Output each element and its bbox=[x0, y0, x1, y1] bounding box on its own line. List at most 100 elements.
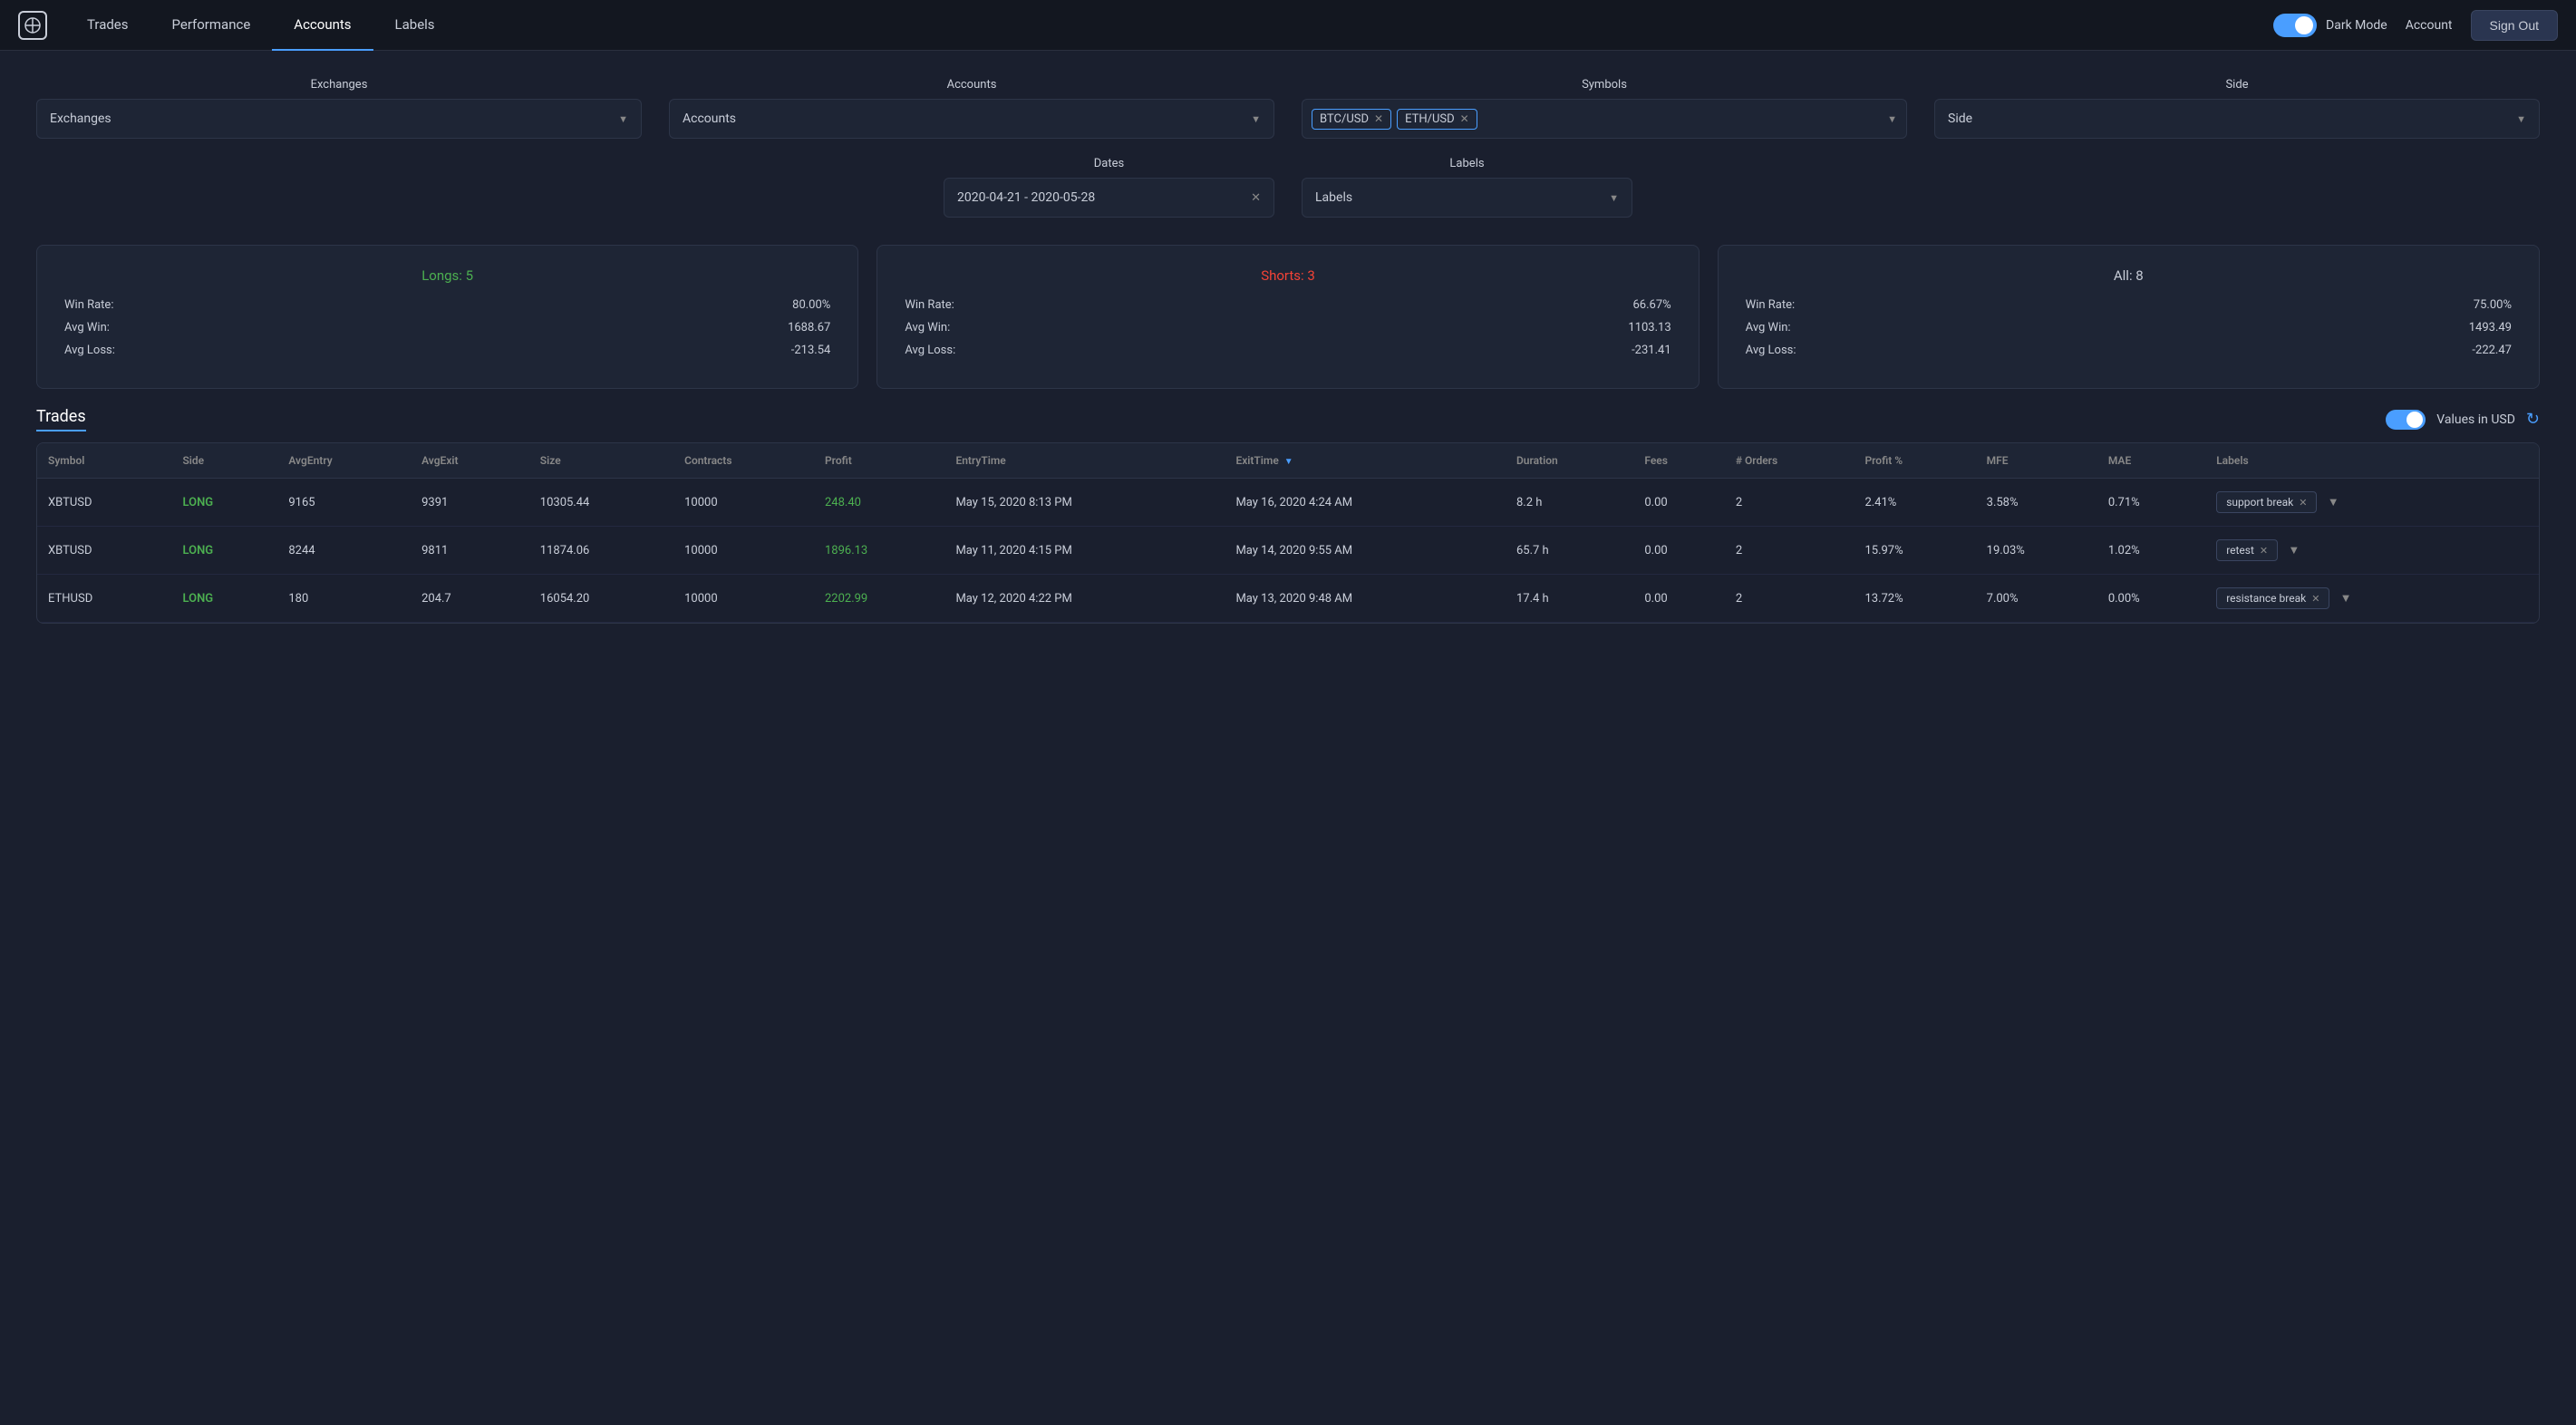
shorts-title: Shorts: 3 bbox=[905, 267, 1671, 284]
label-remove-icon-0[interactable]: ✕ bbox=[2299, 497, 2307, 509]
all-avg-win-value: 1493.49 bbox=[2469, 321, 2512, 334]
row-expand-btn-2[interactable]: ▼ bbox=[2333, 587, 2359, 608]
cell-contracts-2: 10000 bbox=[673, 575, 814, 623]
label-text-2: resistance break bbox=[2226, 592, 2306, 605]
nav-performance[interactable]: Performance bbox=[150, 0, 273, 51]
cell-mfe-2: 7.00% bbox=[1976, 575, 2097, 623]
col-profit-pct[interactable]: Profit % bbox=[1854, 443, 1975, 479]
longs-avg-win-value: 1688.67 bbox=[788, 321, 830, 334]
cell-entrytime-1: May 11, 2020 4:15 PM bbox=[944, 527, 1225, 575]
label-tag-0: support break ✕ bbox=[2216, 491, 2317, 513]
cell-symbol-1: XBTUSD bbox=[37, 527, 171, 575]
label-text-0: support break bbox=[2226, 496, 2293, 509]
cell-profit-1: 1896.13 bbox=[814, 527, 944, 575]
btcusd-tag-remove[interactable]: ✕ bbox=[1374, 112, 1383, 125]
trades-title: Trades bbox=[36, 407, 86, 431]
cell-orders-0: 2 bbox=[1725, 479, 1855, 527]
all-win-rate-label: Win Rate: bbox=[1746, 298, 1795, 312]
ethusd-tag-remove[interactable]: ✕ bbox=[1460, 112, 1469, 125]
cell-entrytime-2: May 12, 2020 4:22 PM bbox=[944, 575, 1225, 623]
nav-trades[interactable]: Trades bbox=[65, 0, 150, 51]
longs-avg-win-label: Avg Win: bbox=[64, 321, 110, 334]
all-stat-card: All: 8 Win Rate: 75.00% Avg Win: 1493.49… bbox=[1718, 245, 2540, 389]
dates-input[interactable]: 2020-04-21 - 2020-05-28 ✕ bbox=[944, 178, 1274, 218]
label-text-1: retest bbox=[2226, 544, 2254, 557]
cell-size-2: 16054.20 bbox=[529, 575, 673, 623]
shorts-avg-loss-label: Avg Loss: bbox=[905, 344, 955, 357]
table-header-row: Symbol Side AvgEntry AvgExit Size Contra… bbox=[37, 443, 2539, 479]
all-avg-loss-label: Avg Loss: bbox=[1746, 344, 1796, 357]
shorts-win-rate-value: 66.67% bbox=[1632, 298, 1671, 312]
col-mae[interactable]: MAE bbox=[2097, 443, 2205, 479]
filters-section: Exchanges Exchanges ▼ Accounts Accounts … bbox=[0, 51, 2576, 236]
values-usd-switch[interactable] bbox=[2386, 410, 2426, 430]
col-labels[interactable]: Labels bbox=[2205, 443, 2539, 479]
exchanges-select[interactable]: Exchanges ▼ bbox=[36, 99, 642, 139]
col-side[interactable]: Side bbox=[171, 443, 277, 479]
col-avgexit[interactable]: AvgExit bbox=[411, 443, 529, 479]
values-usd-label: Values in USD bbox=[2436, 412, 2515, 427]
nav-accounts[interactable]: Accounts bbox=[272, 0, 373, 51]
cell-exittime-1: May 14, 2020 9:55 AM bbox=[1225, 527, 1506, 575]
dark-mode-switch[interactable] bbox=[2273, 14, 2317, 37]
cell-avgentry-0: 9165 bbox=[277, 479, 411, 527]
cell-mfe-1: 19.03% bbox=[1976, 527, 2097, 575]
col-fees[interactable]: Fees bbox=[1633, 443, 1724, 479]
cell-mfe-0: 3.58% bbox=[1976, 479, 2097, 527]
cell-labels-2: resistance break ✕ ▼ bbox=[2205, 575, 2539, 623]
shorts-win-rate-label: Win Rate: bbox=[905, 298, 954, 312]
shorts-avg-loss-value: -231.41 bbox=[1632, 344, 1671, 357]
labels-select[interactable]: Labels ▼ bbox=[1302, 178, 1632, 218]
shorts-avg-win-row: Avg Win: 1103.13 bbox=[905, 321, 1671, 334]
cell-size-0: 10305.44 bbox=[529, 479, 673, 527]
row-expand-btn-0[interactable]: ▼ bbox=[2320, 491, 2347, 512]
ethusd-tag: ETH/USD ✕ bbox=[1397, 109, 1477, 130]
nav-logo[interactable] bbox=[18, 11, 47, 40]
cell-mae-2: 0.00% bbox=[2097, 575, 2205, 623]
symbols-select[interactable]: BTC/USD ✕ ETH/USD ✕ ▼ bbox=[1302, 99, 1907, 139]
col-entrytime[interactable]: EntryTime bbox=[944, 443, 1225, 479]
trades-tbody: XBTUSD LONG 9165 9391 10305.44 10000 248… bbox=[37, 479, 2539, 623]
cell-fees-2: 0.00 bbox=[1633, 575, 1724, 623]
trades-controls: Values in USD ↻ bbox=[2386, 410, 2540, 430]
all-avg-win-row: Avg Win: 1493.49 bbox=[1746, 321, 2512, 334]
cell-labels-0: support break ✕ ▼ bbox=[2205, 479, 2539, 527]
account-link[interactable]: Account bbox=[2406, 18, 2453, 33]
col-size[interactable]: Size bbox=[529, 443, 673, 479]
col-contracts[interactable]: Contracts bbox=[673, 443, 814, 479]
label-tag-1: retest ✕ bbox=[2216, 539, 2278, 561]
longs-win-rate-value: 80.00% bbox=[792, 298, 830, 312]
labels-placeholder: Labels bbox=[1315, 190, 1352, 205]
nav-links: Trades Performance Accounts Labels bbox=[65, 0, 457, 51]
refresh-button[interactable]: ↻ bbox=[2526, 410, 2540, 429]
row-expand-btn-1[interactable]: ▼ bbox=[2281, 539, 2307, 560]
col-exittime[interactable]: ExitTime ▼ bbox=[1225, 443, 1506, 479]
cell-profit-0: 248.40 bbox=[814, 479, 944, 527]
cell-avgexit-1: 9811 bbox=[411, 527, 529, 575]
labels-label: Labels bbox=[1302, 157, 1632, 170]
exchanges-label: Exchanges bbox=[36, 78, 642, 92]
cell-duration-2: 17.4 h bbox=[1506, 575, 1633, 623]
col-avgentry[interactable]: AvgEntry bbox=[277, 443, 411, 479]
dates-clear-icon[interactable]: ✕ bbox=[1251, 191, 1261, 205]
side-select[interactable]: Side ▼ bbox=[1934, 99, 2540, 139]
symbols-chevron-icon: ▼ bbox=[1887, 113, 1897, 125]
col-profit[interactable]: Profit bbox=[814, 443, 944, 479]
side-chevron-icon: ▼ bbox=[2516, 113, 2526, 125]
col-mfe[interactable]: MFE bbox=[1976, 443, 2097, 479]
label-remove-icon-1[interactable]: ✕ bbox=[2260, 545, 2268, 557]
col-symbol[interactable]: Symbol bbox=[37, 443, 171, 479]
nav-labels[interactable]: Labels bbox=[373, 0, 457, 51]
col-duration[interactable]: Duration bbox=[1506, 443, 1633, 479]
cell-side-1: LONG bbox=[171, 527, 277, 575]
col-orders[interactable]: # Orders bbox=[1725, 443, 1855, 479]
sign-out-button[interactable]: Sign Out bbox=[2471, 10, 2558, 41]
shorts-stat-card: Shorts: 3 Win Rate: 66.67% Avg Win: 1103… bbox=[876, 245, 1699, 389]
cell-profitpct-1: 15.97% bbox=[1854, 527, 1975, 575]
accounts-select[interactable]: Accounts ▼ bbox=[669, 99, 1274, 139]
cell-labels-1: retest ✕ ▼ bbox=[2205, 527, 2539, 575]
cell-fees-1: 0.00 bbox=[1633, 527, 1724, 575]
label-remove-icon-2[interactable]: ✕ bbox=[2311, 593, 2319, 605]
cell-contracts-0: 10000 bbox=[673, 479, 814, 527]
all-title: All: 8 bbox=[1746, 267, 2512, 284]
